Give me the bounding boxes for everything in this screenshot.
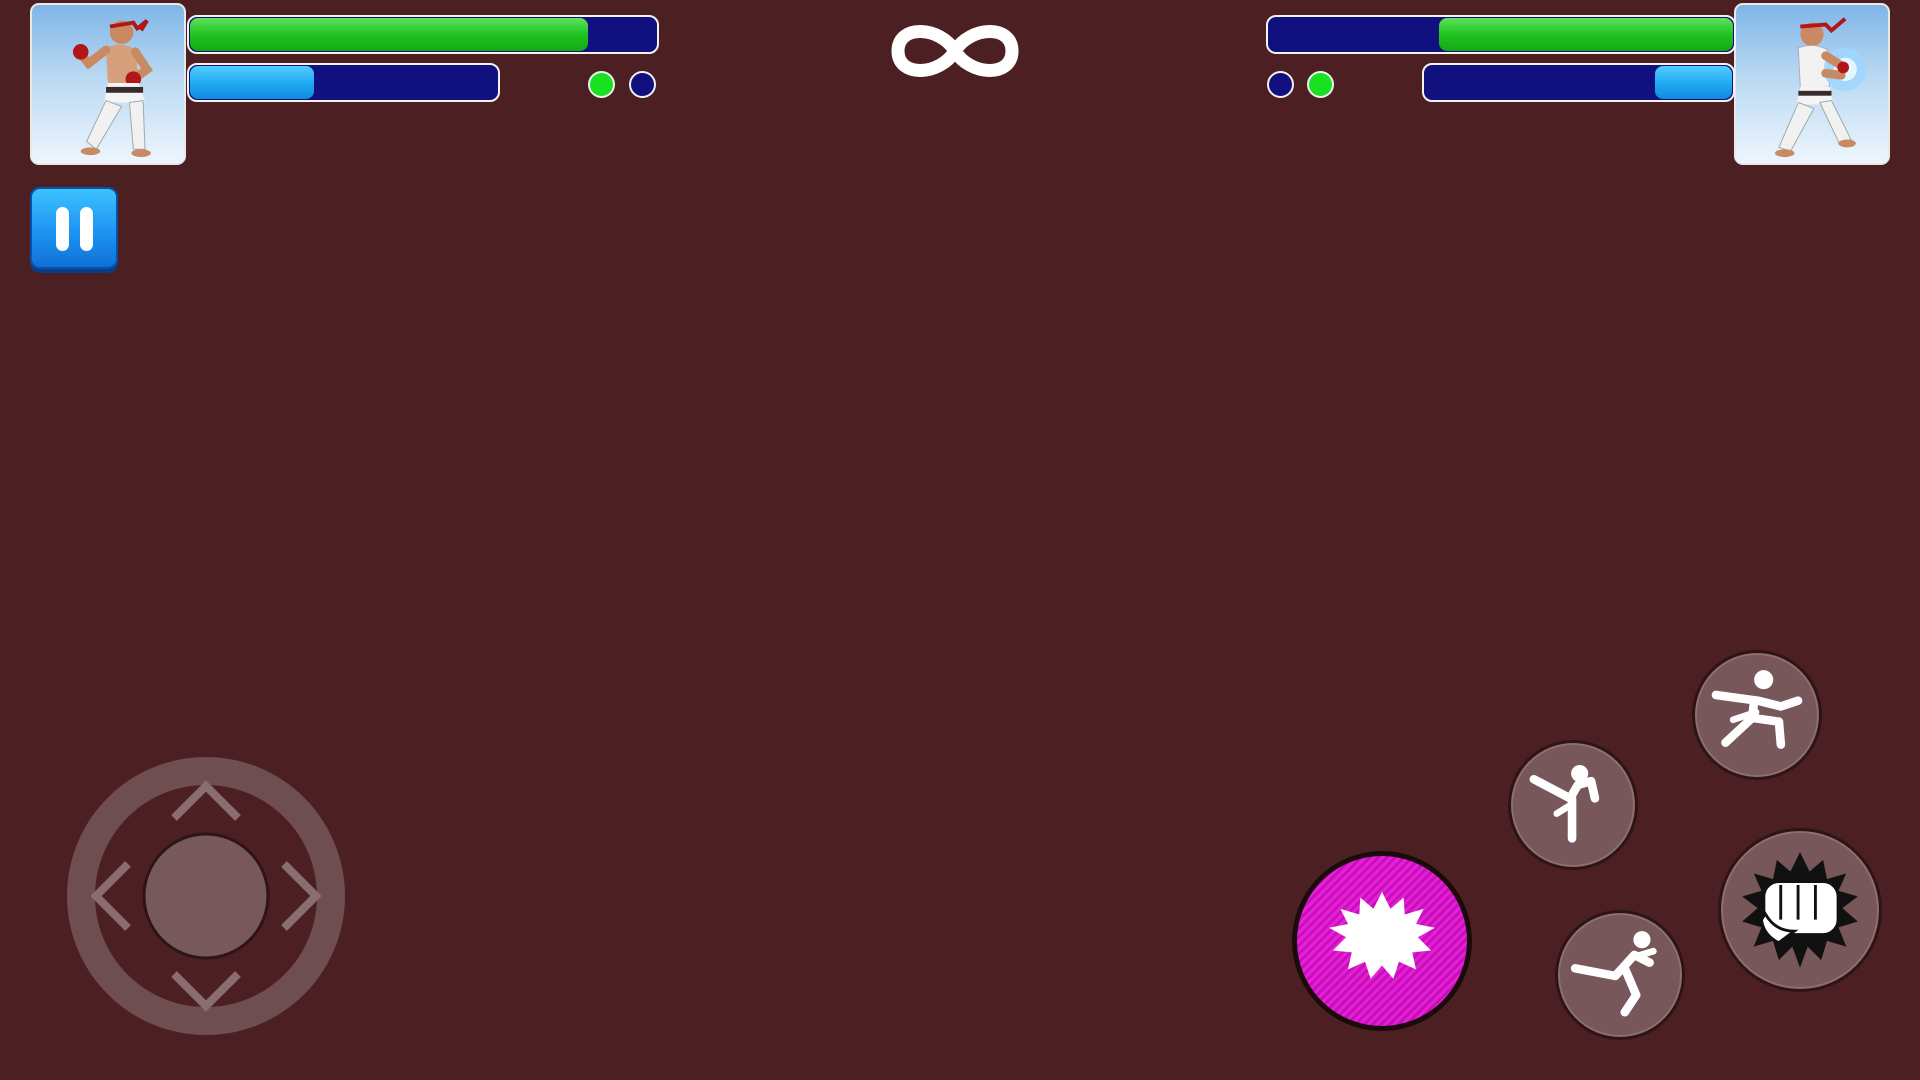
fist-icon [1742,852,1858,968]
player2-round-indicator-2 [1307,71,1334,98]
flying-kick-icon [1570,931,1657,1017]
arrow-left-icon[interactable] [90,861,131,931]
arrow-up-icon[interactable] [171,780,241,821]
high-kick-button[interactable] [1508,740,1638,870]
player2-health-bar [1266,15,1736,54]
pause-icon [56,207,69,251]
fighter-portrait-icon [1774,17,1867,158]
player1-health-bar [187,15,659,54]
dpad-joystick[interactable] [66,756,346,1036]
player1-energy-bar [187,63,500,102]
player2-energy-bar [1422,63,1735,102]
fighter-portrait-icon [72,19,153,158]
special-attack-button[interactable] [1292,851,1472,1031]
player1-round-indicator-1 [588,71,615,98]
joystick-thumb[interactable] [142,832,270,960]
player1-portrait [30,3,186,165]
infinity-icon [891,25,1019,77]
player2-health-fill [1439,18,1733,51]
player2-energy-fill [1654,66,1732,99]
player2-round-indicator-1 [1267,71,1294,98]
lunge-icon [1711,670,1803,749]
player2-portrait [1734,3,1890,165]
low-kick-button[interactable] [1555,910,1685,1040]
burst-icon [1329,891,1435,979]
arrow-down-icon[interactable] [171,971,241,1012]
pause-button[interactable] [30,187,118,269]
arrow-right-icon[interactable] [281,861,322,931]
player1-health-fill [190,18,588,51]
player1-round-indicator-2 [629,71,656,98]
punch-button[interactable] [1718,828,1882,992]
player1-energy-fill [190,66,314,99]
round-timer [880,6,1030,96]
dash-button[interactable] [1692,650,1822,780]
high-kick-icon [1529,764,1600,843]
